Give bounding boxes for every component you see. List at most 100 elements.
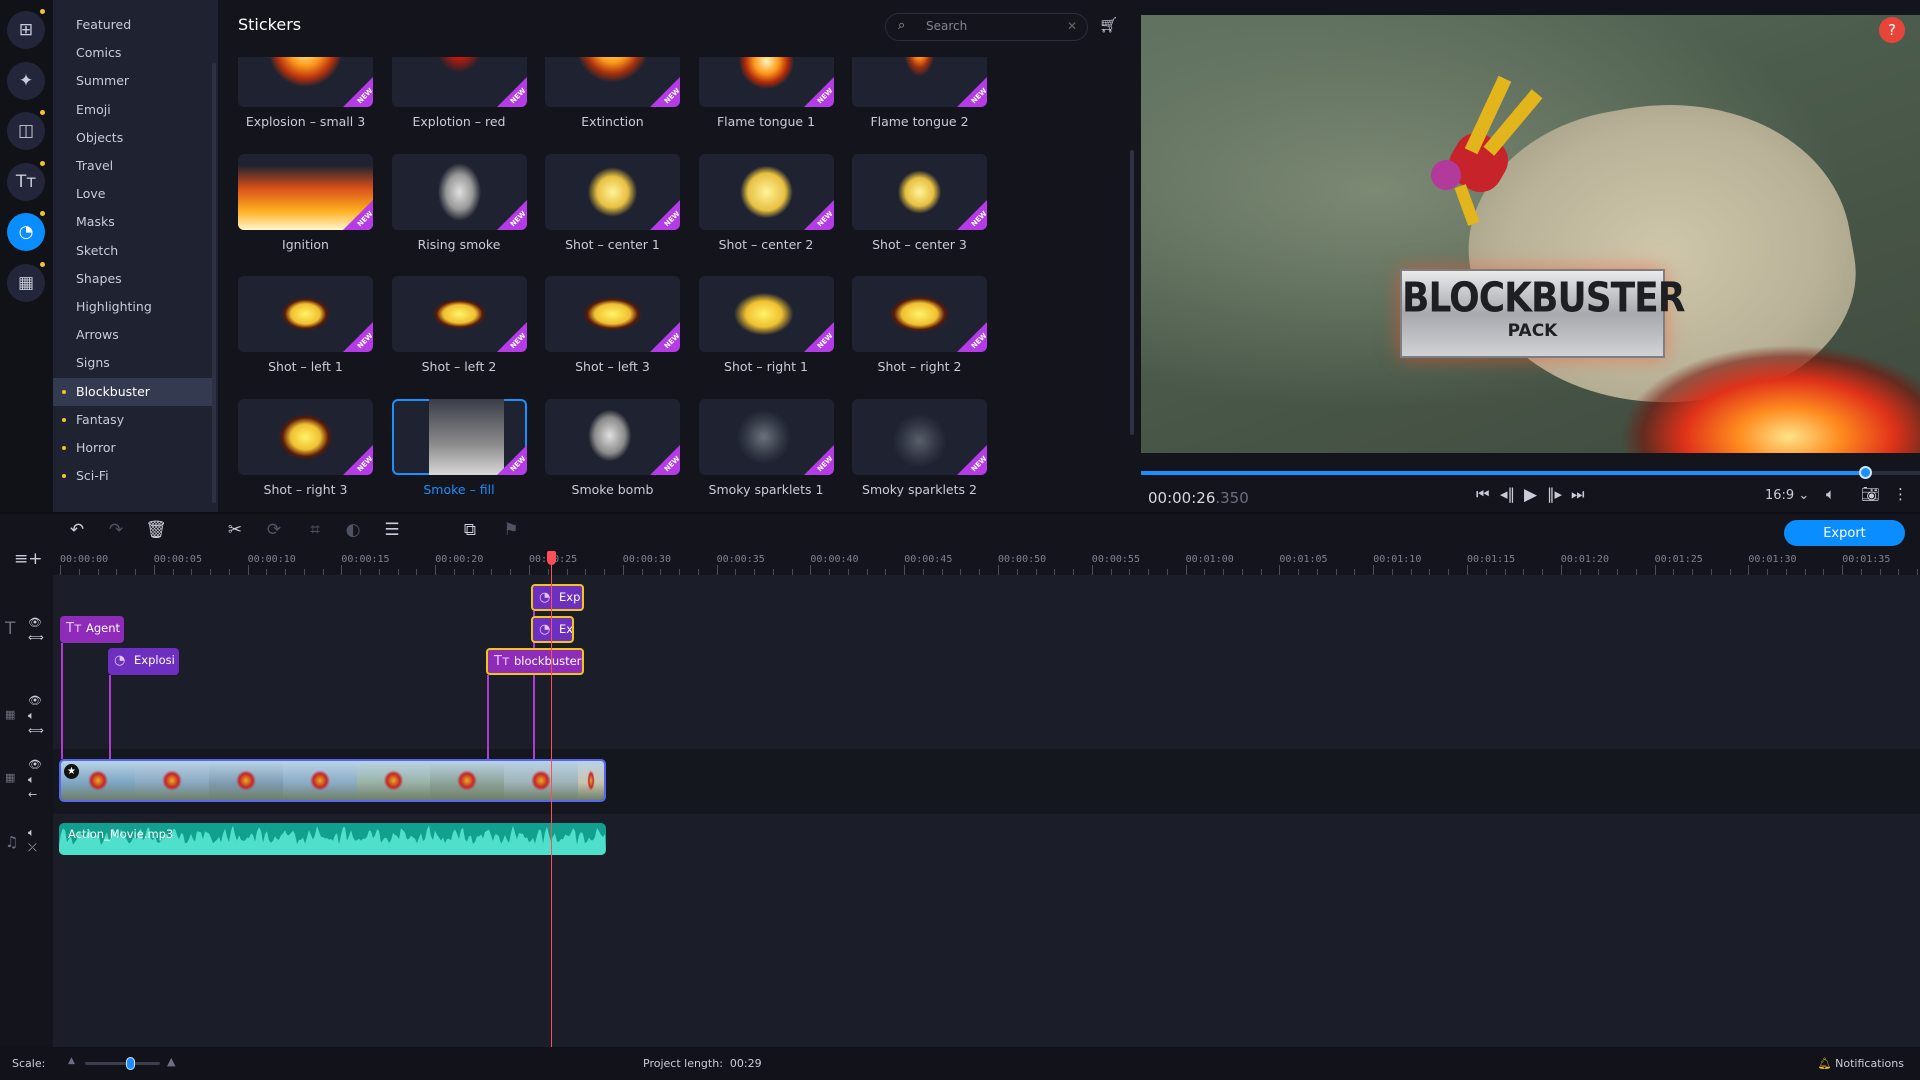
zoom-in-icon[interactable]: ▲ <box>167 1055 175 1068</box>
crop-icon[interactable]: ⌗ <box>303 520 327 542</box>
category-item[interactable]: Shapes <box>53 265 213 293</box>
category-item[interactable]: Summer <box>53 67 213 95</box>
sticker-item[interactable]: NEW Shot – left 1 <box>238 276 373 374</box>
sticker-thumbnail[interactable]: NEW <box>545 398 680 475</box>
sticker-thumbnail[interactable]: NEW <box>852 57 987 107</box>
rotate-icon[interactable]: ⟳ <box>262 520 286 542</box>
audio-clip[interactable]: Action_Movie.mp3 <box>59 823 606 855</box>
rail-button[interactable]: ⊞ <box>7 11 45 49</box>
redo-icon[interactable]: ↷ <box>104 520 128 542</box>
delete-icon[interactable]: 🗑︎ <box>144 520 168 542</box>
playback-scrubber[interactable] <box>1141 466 1920 479</box>
play-icon[interactable]: ▶︎ <box>1524 485 1537 505</box>
sticker-item[interactable]: NEW Explosion – small 3 <box>238 57 373 129</box>
skip-to-end-icon[interactable]: ⏭︎ <box>1571 485 1585 503</box>
undo-icon[interactable]: ↶ <box>65 520 89 542</box>
sticker-item[interactable]: NEW Shot – left 3 <box>545 276 680 374</box>
sticker-clip[interactable]: ◔ Ex <box>531 616 574 643</box>
sticker-thumbnail[interactable]: NEW <box>545 57 680 107</box>
sticker-item[interactable]: NEW Shot – center 2 <box>698 153 834 252</box>
video-preview[interactable]: BLOCKBUSTER PACK ? <box>1141 15 1920 453</box>
category-item[interactable]: Sci-Fi <box>53 462 213 490</box>
category-item[interactable]: Masks <box>53 208 213 236</box>
category-item[interactable]: Horror <box>53 434 213 462</box>
sticker-item[interactable]: NEW Rising smoke <box>391 153 527 252</box>
sticker-thumbnail[interactable]: NEW <box>238 153 373 230</box>
category-item[interactable]: Fantasy <box>53 406 213 434</box>
category-item[interactable]: Sketch <box>53 237 213 265</box>
scale-slider-handle[interactable] <box>126 1057 135 1070</box>
previous-frame-icon[interactable]: ◂‖ <box>1500 485 1515 503</box>
sticker-thumbnail[interactable]: NEW <box>545 276 680 352</box>
category-item[interactable]: Highlighting <box>53 293 213 321</box>
clear-search-icon[interactable]: ✕ <box>1067 19 1077 33</box>
rail-button[interactable]: ◔ <box>7 213 45 252</box>
category-item[interactable]: Arrows <box>53 321 213 349</box>
export-clip-icon[interactable]: ⧉ <box>458 520 482 542</box>
sticker-grid-scrollbar[interactable] <box>1130 150 1134 435</box>
rail-button[interactable]: ◫ <box>7 112 45 151</box>
next-frame-icon[interactable]: ‖▸ <box>1547 485 1562 503</box>
marker-flag-icon[interactable]: ⚑ <box>499 520 523 542</box>
sticker-thumbnail[interactable]: NEW <box>238 276 373 352</box>
category-item[interactable]: Travel <box>53 152 213 180</box>
sticker-item[interactable]: NEW Explotion – red <box>391 57 527 129</box>
sticker-item[interactable]: NEW Shot – left 2 <box>391 276 527 374</box>
color-adjust-icon[interactable]: ◐ <box>341 520 365 542</box>
clip-properties-icon[interactable]: ☰ <box>380 520 404 542</box>
scale-slider[interactable] <box>85 1057 160 1070</box>
sticker-item[interactable]: NEW Shot – center 1 <box>545 153 680 252</box>
sticker-clip[interactable]: ◔ Exp <box>531 584 584 611</box>
sticker-thumbnail[interactable]: NEW <box>698 276 834 352</box>
playhead-handle[interactable] <box>547 551 556 565</box>
zoom-out-icon[interactable]: ▲ <box>68 1056 75 1066</box>
sticker-thumbnail[interactable]: NEW <box>698 153 834 230</box>
sticker-thumbnail[interactable]: NEW <box>698 398 834 475</box>
sticker-item[interactable]: NEW Smoky sparklets 1 <box>698 398 834 497</box>
store-cart-icon[interactable]: 🛒︎ <box>1099 16 1118 34</box>
mute-icon[interactable]: 🔈︎ <box>28 826 35 840</box>
visibility-eye-icon[interactable]: 👁︎ <box>28 694 42 707</box>
category-item[interactable]: Featured <box>53 11 213 39</box>
sticker-thumbnail[interactable]: NEW <box>852 276 987 352</box>
search-field[interactable]: ⌕ ✕ <box>885 13 1088 41</box>
sticker-item[interactable]: NEW Ignition <box>238 153 373 252</box>
category-item[interactable]: Love <box>53 180 213 208</box>
sticker-item[interactable]: NEW Smoke bomb <box>545 398 680 497</box>
add-track-icon[interactable]: ≡+ <box>14 549 43 569</box>
rail-button[interactable]: ✦ <box>7 61 45 100</box>
text-clip[interactable]: Tт blockbuster <box>486 648 584 675</box>
skip-to-start-icon[interactable]: ⏮︎ <box>1476 485 1490 503</box>
favorite-star-icon[interactable]: ★ <box>64 764 79 779</box>
visibility-eye-icon[interactable]: 👁︎ <box>28 616 42 629</box>
sticker-clip[interactable]: ◔ Explosi <box>108 648 179 675</box>
category-scrollbar[interactable] <box>212 63 216 503</box>
mute-icon[interactable]: 🔈︎ <box>28 773 35 787</box>
aspect-ratio-dropdown[interactable]: 16:9 ⌄ <box>1765 488 1809 503</box>
sticker-item[interactable]: NEW Shot – right 3 <box>238 398 373 497</box>
sticker-item[interactable]: NEW Flame tongue 1 <box>698 57 834 129</box>
sticker-thumbnail[interactable]: NEW <box>391 398 527 475</box>
sticker-item[interactable]: NEW Shot – center 3 <box>852 153 987 252</box>
notifications-button[interactable]: 🔔︎ Notifications <box>1818 1057 1904 1070</box>
sticker-item[interactable]: NEW Flame tongue 2 <box>852 57 987 129</box>
sticker-thumbnail[interactable]: NEW <box>545 153 680 230</box>
sticker-thumbnail[interactable]: NEW <box>698 57 834 107</box>
time-ruler[interactable]: 00:00:00 00:00:05 00:00:10 00:00:15 00:00:20… <box>53 550 1920 576</box>
category-item[interactable]: Blockbuster <box>53 377 213 406</box>
sticker-thumbnail[interactable]: NEW <box>852 398 987 475</box>
more-options-icon[interactable]: ⋮ <box>1893 485 1908 503</box>
snapshot-camera-icon[interactable]: 📷︎ <box>1861 485 1880 503</box>
playhead[interactable] <box>551 556 552 1047</box>
visibility-eye-icon[interactable]: 👁︎ <box>28 758 42 771</box>
category-item[interactable]: Comics <box>53 39 213 67</box>
sticker-item[interactable]: NEW Shot – right 1 <box>698 276 834 374</box>
category-item[interactable]: Emoji <box>53 96 213 124</box>
sticker-thumbnail[interactable]: NEW <box>852 153 987 230</box>
sticker-item[interactable]: NEW Extinction <box>545 57 680 129</box>
link-icon[interactable]: ⟺ <box>28 724 44 737</box>
rail-button[interactable]: ▦ <box>7 264 45 302</box>
category-item[interactable]: Signs <box>53 349 213 377</box>
arrow-left-icon[interactable]: ← <box>28 788 37 801</box>
split-scissors-icon[interactable]: ✂︎ <box>223 520 247 542</box>
